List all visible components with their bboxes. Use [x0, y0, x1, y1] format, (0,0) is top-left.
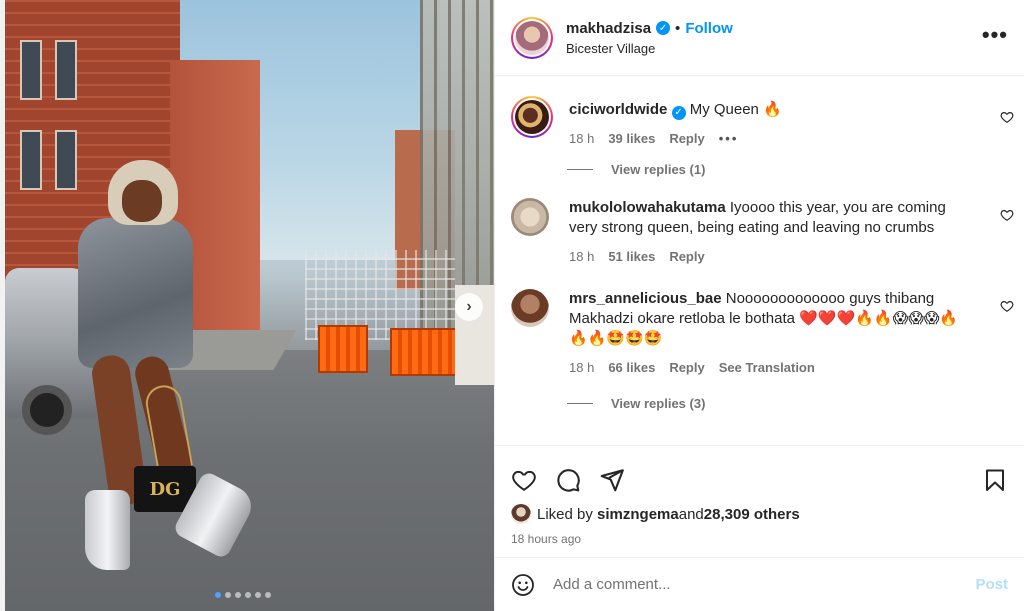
comment-likes[interactable]: 66 likes [608, 358, 655, 378]
comment-button[interactable] [555, 467, 581, 493]
heart-icon [512, 470, 536, 491]
next-photo-button[interactable]: › [455, 293, 483, 321]
comment-time[interactable]: 18 h [569, 358, 594, 378]
comment-item: ciciworldwide ✓ My Queen 🔥 18 h 39 likes… [495, 96, 1024, 149]
commenter-avatar[interactable] [511, 96, 553, 138]
comment-text: My Queen 🔥 [685, 101, 782, 118]
comment-item: mukololowahakutama Iyoooo this year, you… [495, 198, 1024, 267]
verified-badge-icon: ✓ [656, 21, 671, 35]
post-sidebar: makhadzisa ✓ • Follow Bicester Village •… [494, 0, 1024, 611]
others-count[interactable]: 28,309 others [704, 506, 800, 523]
commenter-avatar[interactable] [511, 198, 549, 236]
likes-middle: and [678, 505, 704, 523]
comment-username[interactable]: mukololowahakutama [569, 199, 726, 216]
comment-item: mrs_annelicious_bae Nooooooooooooo guys … [495, 289, 1024, 378]
post-timestamp[interactable]: 18 hours ago [495, 532, 1024, 546]
author-avatar[interactable] [511, 16, 553, 59]
carousel-dot [255, 592, 261, 598]
photo-edge [0, 0, 5, 611]
photo-boot [85, 490, 130, 570]
liker-avatar[interactable] [511, 504, 531, 524]
comment-likes[interactable]: 51 likes [608, 247, 655, 267]
post-location[interactable]: Bicester Village [566, 41, 733, 56]
emoji-icon[interactable] [511, 573, 535, 597]
comment-bubble-icon [557, 469, 580, 492]
avatar-image [511, 289, 549, 327]
photo-window [20, 40, 42, 100]
photo-window [55, 40, 77, 100]
like-button[interactable] [511, 467, 537, 493]
separator: • [675, 19, 681, 37]
post-actions: Liked by simzngema and 28,309 others 18 … [495, 445, 1024, 611]
photo-barrier [318, 325, 368, 373]
carousel-dot [235, 592, 241, 598]
author-username[interactable]: makhadzisa [566, 20, 651, 37]
heart-icon[interactable] [1000, 208, 1014, 222]
post-header: makhadzisa ✓ • Follow Bicester Village •… [495, 0, 1024, 76]
reply-button[interactable]: Reply [669, 129, 704, 149]
reply-button[interactable]: Reply [669, 358, 704, 378]
photo-window [55, 130, 77, 190]
view-replies-label: View replies (3) [611, 396, 706, 411]
commenter-avatar[interactable] [511, 289, 549, 327]
avatar-image [511, 198, 549, 236]
share-button[interactable] [599, 467, 625, 493]
comment-likes[interactable]: 39 likes [608, 129, 655, 149]
comment-options-icon[interactable]: ••• [719, 129, 739, 149]
verified-badge-icon: ✓ [671, 106, 686, 120]
photo-barrier [390, 328, 465, 376]
bookmark-icon [986, 469, 1004, 491]
comment-time[interactable]: 18 h [569, 129, 594, 149]
comment-input[interactable]: Add a comment... [553, 576, 975, 593]
more-options-icon[interactable]: ••• [982, 24, 1008, 46]
comment-username[interactable]: ciciworldwide [569, 101, 667, 118]
liker-username[interactable]: simzngema [597, 506, 679, 523]
photo-face [122, 180, 162, 222]
carousel-indicator [215, 592, 271, 598]
likes-summary: Liked by simzngema and 28,309 others [495, 504, 1024, 524]
chevron-right-icon: › [466, 298, 472, 315]
follow-button[interactable]: Follow [685, 20, 733, 37]
save-button[interactable] [982, 467, 1008, 493]
instagram-post-modal: DG › makhadzisa ✓ • Follow Bicester Vill… [0, 0, 1024, 611]
comment-composer: Add a comment... Post [495, 557, 1024, 611]
likes-prefix: Liked by [537, 505, 593, 523]
paper-plane-icon [600, 469, 624, 492]
carousel-dot [265, 592, 271, 598]
avatar-image [515, 20, 549, 55]
comment-username[interactable]: mrs_annelicious_bae [569, 290, 722, 307]
reply-button[interactable]: Reply [669, 247, 704, 267]
heart-icon[interactable] [1000, 299, 1014, 313]
replies-line [567, 169, 593, 170]
replies-line [567, 403, 593, 404]
photo-jacket [78, 218, 193, 368]
avatar-image [515, 100, 549, 134]
carousel-dot [225, 592, 231, 598]
view-replies-button[interactable]: View replies (3) [567, 396, 1024, 411]
photo-window [20, 130, 42, 190]
view-replies-label: View replies (1) [611, 162, 706, 177]
carousel-dot-active [215, 592, 221, 598]
post-comment-button[interactable]: Post [975, 576, 1008, 593]
photo-car-wheel [22, 385, 72, 435]
carousel-dot [245, 592, 251, 598]
post-photo[interactable]: DG › [0, 0, 494, 611]
comment-time[interactable]: 18 h [569, 247, 594, 267]
view-replies-button[interactable]: View replies (1) [567, 162, 1024, 177]
heart-icon[interactable] [1000, 110, 1014, 124]
comments-list[interactable]: ciciworldwide ✓ My Queen 🔥 18 h 39 likes… [495, 76, 1024, 444]
see-translation-button[interactable]: See Translation [719, 358, 815, 378]
